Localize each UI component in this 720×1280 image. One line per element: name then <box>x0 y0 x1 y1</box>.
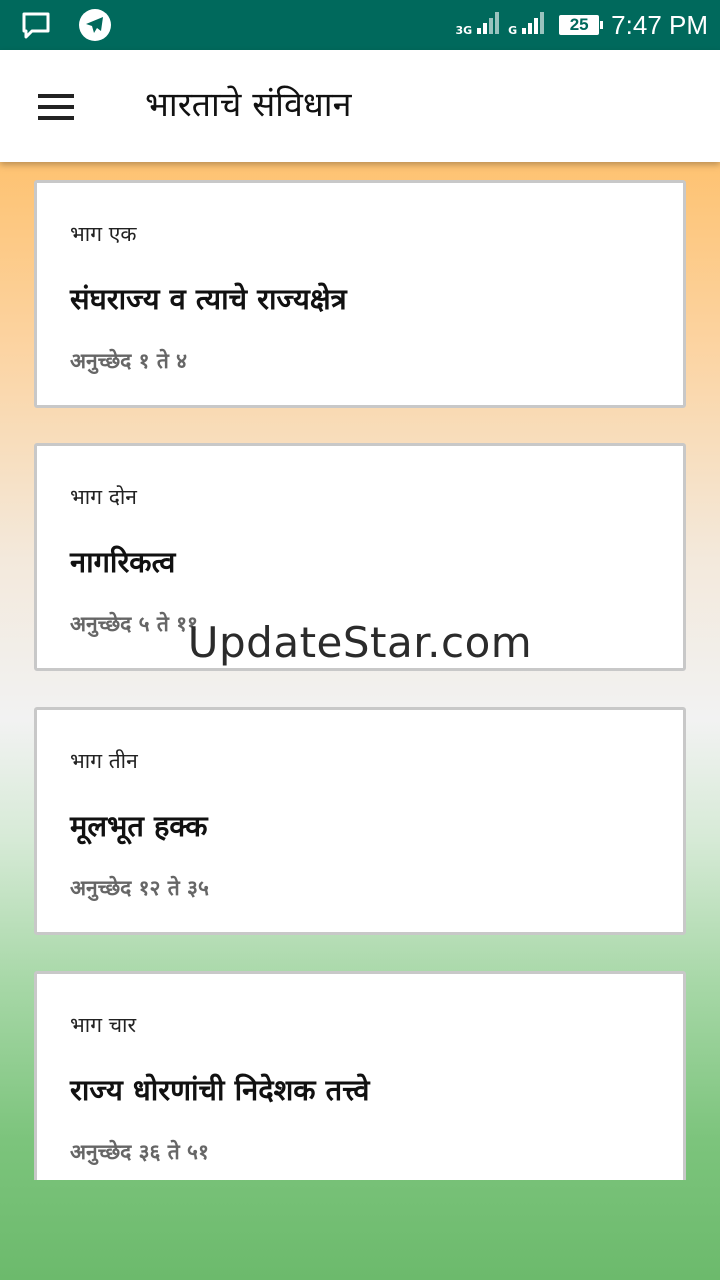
parts-list[interactable]: भाग एक संघराज्य व त्याचे राज्यक्षेत्र अन… <box>0 162 720 1180</box>
part-card-3[interactable]: भाग तीन मूलभूत हक्क अनुच्छेद १२ ते ३५ <box>34 707 686 935</box>
part-title: राज्य धोरणांची निदेशक तत्त्वे <box>70 1073 370 1107</box>
part-title: नागरिकत्व <box>70 545 176 579</box>
page-title: भारताचे संविधान <box>145 85 352 125</box>
message-icon <box>20 9 52 45</box>
part-card-4[interactable]: भाग चार राज्य धोरणांची निदेशक तत्त्वे अन… <box>34 971 686 1180</box>
part-number: भाग चार <box>70 1013 137 1037</box>
network-type-label: 3G <box>455 23 473 37</box>
signal-icon-2 <box>521 11 547 39</box>
battery-icon: 25 <box>559 15 604 35</box>
part-number: भाग दोन <box>70 485 137 509</box>
article-range: अनुच्छेद ३६ ते ५१ <box>70 1140 209 1164</box>
part-title: संघराज्य व त्याचे राज्यक्षेत्र <box>70 282 347 316</box>
network-type-label-2: G <box>508 23 518 37</box>
part-card-1[interactable]: भाग एक संघराज्य व त्याचे राज्यक्षेत्र अन… <box>34 180 686 408</box>
clock: 7:47 PM <box>611 9 708 40</box>
article-range: अनुच्छेद १२ ते ३५ <box>70 876 209 900</box>
telegram-icon <box>78 8 112 46</box>
part-number: भाग एक <box>70 222 137 246</box>
part-number: भाग तीन <box>70 749 138 773</box>
app-bar: भारताचे संविधान <box>0 50 720 162</box>
part-title: मूलभूत हक्क <box>70 809 208 843</box>
signal-icon <box>476 11 502 39</box>
article-range: अनुच्छेद १ ते ४ <box>70 349 188 373</box>
watermark: UpdateStar.com <box>187 618 533 667</box>
battery-level: 25 <box>569 15 589 34</box>
status-bar: 3G G 25 7:47 PM <box>0 0 720 50</box>
hamburger-menu-icon[interactable] <box>36 90 76 124</box>
